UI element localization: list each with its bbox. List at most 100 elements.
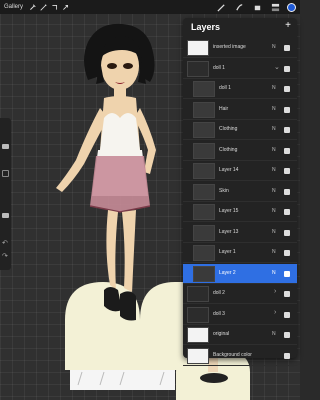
blend-mode-label[interactable]: N (272, 44, 276, 50)
layer-thumbnail (187, 286, 209, 302)
layer-name: original (213, 331, 230, 337)
layer-row[interactable]: doll 1 N (183, 79, 297, 99)
layer-name: doll 1 (213, 64, 225, 71)
add-layer-button[interactable]: + (285, 20, 291, 31)
stand-base-right (140, 282, 185, 370)
layer-visibility-checkbox[interactable] (284, 86, 290, 92)
layer-visibility-checkbox[interactable] (284, 209, 290, 215)
layer-thumbnail (193, 163, 215, 179)
color-picker-button[interactable] (287, 2, 296, 12)
right-shoe-peek (200, 373, 228, 383)
layer-row[interactable]: Layer 2 N (183, 263, 297, 284)
blend-mode-label[interactable]: N (272, 249, 276, 255)
top-toolbar: Gallery (0, 0, 300, 14)
redo-icon[interactable]: ↷ (2, 253, 8, 260)
selection-icon[interactable] (50, 3, 59, 12)
layer-group-row[interactable]: doll 2 › (183, 284, 297, 304)
layer-name: Clothing (219, 146, 238, 153)
modify-button[interactable] (2, 170, 9, 177)
layer-visibility-checkbox[interactable] (284, 332, 290, 338)
smudge-icon[interactable] (234, 2, 244, 12)
layer-row[interactable]: Layer 13 N (183, 223, 297, 243)
layer-visibility-checkbox[interactable] (284, 65, 290, 72)
undo-icon[interactable]: ↶ (2, 240, 8, 247)
wrench-icon[interactable] (28, 3, 37, 12)
shorts (90, 156, 150, 212)
layer-thumbnail (187, 347, 209, 364)
layer-visibility-checkbox[interactable] (284, 352, 290, 359)
layer-visibility-checkbox[interactable] (284, 311, 290, 318)
layer-row[interactable]: Hair N (183, 100, 297, 120)
layer-row[interactable]: Skin N (183, 182, 297, 202)
blend-mode-label[interactable]: N (272, 270, 276, 276)
eye-left (107, 63, 117, 69)
blend-mode-label[interactable]: N (272, 229, 276, 235)
layer-name: Layer 2 (219, 269, 236, 276)
shoe-right (120, 291, 136, 321)
blend-mode-label[interactable]: N (272, 331, 276, 337)
layer-visibility-checkbox[interactable] (284, 168, 290, 174)
layer-visibility-checkbox[interactable] (284, 291, 290, 297)
layer-thumbnail (193, 204, 215, 220)
blend-mode-label[interactable]: N (272, 126, 276, 132)
layer-row[interactable]: Clothing N (183, 141, 297, 161)
left-sidebar: ↶ ↷ (0, 118, 11, 270)
layer-row[interactable]: inserted image N (183, 38, 297, 58)
layer-visibility-checkbox[interactable] (284, 270, 290, 277)
layer-thumbnail (193, 183, 215, 200)
gallery-button[interactable]: Gallery (4, 4, 23, 10)
layer-name: doll 3 (213, 310, 225, 317)
layer-group-row[interactable]: doll 3 › (183, 305, 297, 325)
layers-icon[interactable] (270, 2, 280, 12)
layer-thumbnail (193, 245, 215, 261)
layer-group-row[interactable]: doll 1 ⌄ (183, 59, 297, 79)
blend-mode-label[interactable]: N (272, 208, 276, 214)
layer-thumbnail (193, 122, 215, 138)
layer-visibility-checkbox[interactable] (284, 188, 290, 195)
blend-mode-label[interactable]: N (272, 188, 276, 194)
layer-thumbnail (187, 60, 209, 77)
layer-visibility-checkbox[interactable] (284, 45, 290, 51)
layer-visibility-checkbox[interactable] (284, 229, 290, 236)
layer-thumbnail (187, 327, 209, 343)
chevron-right-icon[interactable]: › (274, 309, 276, 316)
brush-icon[interactable] (216, 2, 226, 12)
blend-mode-label[interactable]: N (272, 106, 276, 112)
layer-row[interactable]: Background color (183, 346, 297, 366)
leg-left (106, 210, 118, 290)
layer-thumbnail (193, 81, 215, 97)
layer-visibility-checkbox[interactable] (284, 106, 290, 113)
layer-thumbnail (193, 224, 215, 241)
layer-name: Hair (219, 105, 229, 112)
chevron-right-icon[interactable]: › (274, 288, 276, 295)
layer-thumbnail (193, 142, 215, 159)
opacity-slider[interactable] (2, 213, 9, 218)
layer-name: Layer 1 (219, 249, 236, 255)
magic-wand-icon[interactable] (39, 3, 48, 12)
layer-thumbnail (193, 265, 215, 282)
stand-tab (70, 370, 175, 390)
layer-row[interactable]: Clothing N (183, 120, 297, 140)
layer-visibility-checkbox[interactable] (284, 147, 290, 154)
layer-name: doll 2 (213, 290, 225, 296)
layers-title: Layers (191, 22, 221, 32)
layer-name: Skin (219, 187, 229, 194)
layers-panel: Layers + inserted image Ndoll 1 ⌄ doll 1 N Ha… (183, 18, 297, 366)
layer-row[interactable]: original N (183, 325, 297, 345)
layer-visibility-checkbox[interactable] (284, 250, 290, 256)
layer-row[interactable]: Layer 1 N (183, 243, 297, 263)
transform-icon[interactable] (61, 3, 70, 12)
layer-thumbnail (187, 306, 209, 323)
layer-name: inserted image (213, 44, 246, 50)
chevron-down-icon[interactable]: ⌄ (274, 63, 280, 71)
brush-size-slider[interactable] (2, 144, 9, 149)
eraser-icon[interactable] (252, 2, 262, 12)
leg-right (122, 210, 136, 292)
layer-visibility-checkbox[interactable] (284, 127, 290, 133)
blend-mode-label[interactable]: N (272, 85, 276, 91)
layer-name: doll 1 (219, 85, 231, 91)
blend-mode-label[interactable]: N (272, 147, 276, 153)
layer-row[interactable]: Layer 14 N (183, 161, 297, 181)
blend-mode-label[interactable]: N (272, 167, 276, 173)
layer-row[interactable]: Layer 15 N (183, 202, 297, 222)
